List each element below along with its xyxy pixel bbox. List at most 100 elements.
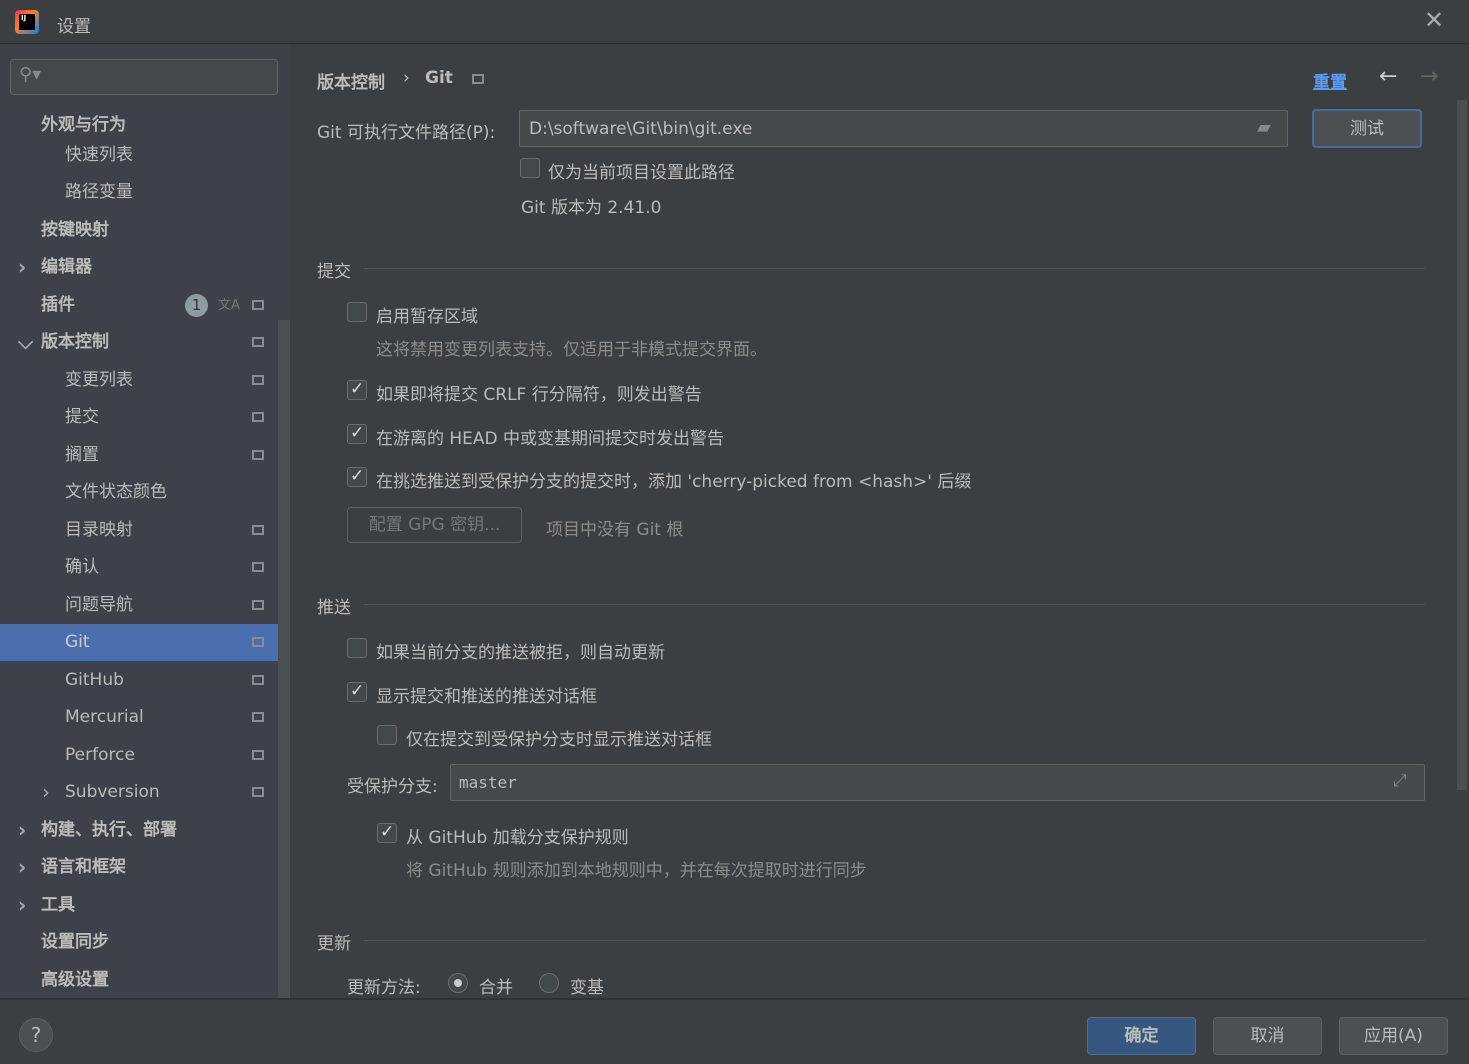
project-scope-icon — [252, 637, 264, 647]
crlf-checkbox[interactable] — [347, 379, 367, 400]
sidebar-item-label: 设置同步 — [41, 932, 109, 952]
staging-checkbox[interactable] — [347, 302, 367, 322]
search-input[interactable]: ⚲▾ — [10, 59, 278, 95]
sidebar-item-label: 高级设置 — [41, 970, 109, 990]
commit-section-title: 提交 — [317, 262, 351, 282]
footer: ? 确定 取消 应用(A) — [0, 998, 1469, 1064]
merge-radio[interactable] — [448, 973, 468, 993]
chevron-down-icon[interactable]: ⌵ — [18, 324, 33, 361]
sidebar-item-label: 路径变量 — [65, 182, 133, 202]
folder-icon[interactable]: ▰ — [1257, 117, 1271, 138]
sidebar-item[interactable]: 按键映射 — [0, 212, 290, 249]
git-path-value: D:\software\Git\bin\git.exe — [529, 119, 753, 139]
protected-only-checkbox[interactable] — [377, 725, 397, 745]
breadcrumb-current: Git — [425, 68, 453, 88]
sidebar-item[interactable]: 设置同步 — [0, 924, 278, 961]
sidebar-scrollbar[interactable] — [278, 320, 290, 998]
sidebar-item[interactable]: 编辑器 › — [0, 249, 290, 286]
project-only-checkbox[interactable] — [520, 158, 540, 178]
show-push-dialog-label: 显示提交和推送的推送对话框 — [376, 687, 597, 707]
sidebar-item-label: Git — [65, 632, 90, 652]
rebase-radio[interactable] — [539, 973, 559, 993]
translate-icon: 文A — [218, 298, 240, 313]
sidebar-item-label: 目录映射 — [65, 520, 133, 540]
sidebar-item[interactable]: 快速列表 — [0, 137, 290, 174]
sidebar-item[interactable]: 文件状态颜色 — [0, 474, 278, 511]
project-scope-icon — [252, 412, 264, 422]
sidebar-item-label: Subversion — [65, 782, 160, 802]
chevron-right-icon[interactable]: › — [18, 812, 26, 849]
sidebar-item[interactable]: 确认 — [0, 549, 278, 586]
staging-hint: 这将禁用变更列表支持。仅适用于非模式提交界面。 — [376, 340, 767, 360]
detached-head-checkbox[interactable] — [347, 423, 367, 444]
sidebar-item-label: 变更列表 — [65, 370, 133, 390]
sidebar-item-label: GitHub — [65, 670, 124, 690]
breadcrumb-separator: › — [403, 68, 410, 88]
sidebar-item[interactable]: 变更列表 — [0, 362, 278, 399]
sidebar-item-label: 按键映射 — [41, 220, 109, 240]
update-method-label: 更新方法: — [347, 978, 421, 998]
sidebar-item[interactable]: Git — [0, 624, 278, 661]
sidebar-item[interactable]: 搁置 — [0, 437, 278, 474]
project-scope-icon — [252, 787, 264, 797]
sidebar-item-label: 提交 — [65, 407, 99, 427]
test-button[interactable]: 测试 — [1312, 109, 1422, 148]
sidebar-item-label: 文件状态颜色 — [65, 482, 167, 502]
auto-update-checkbox[interactable] — [347, 638, 367, 658]
project-scope-icon — [252, 675, 264, 685]
sidebar-item[interactable]: 插件 1 文A — [0, 287, 290, 324]
sidebar-item[interactable]: 版本控制 ⌵ — [0, 324, 278, 361]
sidebar-item[interactable]: 工具 › — [0, 887, 278, 924]
expand-icon[interactable]: ⤢ — [1393, 771, 1407, 791]
back-arrow-icon[interactable]: ← — [1379, 64, 1397, 89]
reset-link[interactable]: 重置 — [1313, 68, 1347, 93]
cherry-pick-checkbox[interactable] — [347, 466, 367, 487]
sidebar-item[interactable]: Perforce — [0, 737, 278, 774]
protected-branches-label: 受保护分支: — [347, 777, 438, 797]
sidebar-item[interactable]: Mercurial — [0, 699, 278, 736]
project-scope-icon — [252, 562, 264, 572]
ok-button[interactable]: 确定 — [1087, 1017, 1196, 1055]
sidebar-item[interactable]: 语言和框架 › — [0, 849, 278, 886]
sidebar-item-label: 版本控制 — [41, 332, 109, 352]
content-scrollbar[interactable] — [1457, 100, 1467, 790]
project-scope-icon — [252, 750, 264, 760]
sidebar-item[interactable]: 提交 — [0, 399, 278, 436]
load-github-rules-hint: 将 GitHub 规则添加到本地规则中，并在每次提取时进行同步 — [406, 861, 867, 881]
protected-branches-input[interactable]: master ⤢ — [450, 764, 1425, 801]
sidebar-item-label: 构建、执行、部署 — [41, 820, 177, 840]
staging-label: 启用暂存区域 — [376, 307, 478, 327]
detached-head-label: 在游离的 HEAD 中或变基期间提交时发出警告 — [376, 429, 725, 449]
breadcrumb-parent[interactable]: 版本控制 — [317, 68, 385, 93]
project-scope-icon — [252, 375, 264, 385]
sidebar-item[interactable]: 构建、执行、部署 › — [0, 812, 278, 849]
title-bar: IJ 设置 ✕ — [0, 0, 1469, 44]
forward-arrow-icon[interactable]: → — [1420, 64, 1438, 89]
load-github-rules-checkbox[interactable] — [377, 822, 397, 843]
git-path-input[interactable]: D:\software\Git\bin\git.exe ▰ — [519, 110, 1288, 147]
search-icon: ⚲▾ — [19, 64, 42, 85]
help-button[interactable]: ? — [19, 1018, 53, 1052]
close-icon[interactable]: ✕ — [1424, 6, 1444, 34]
chevron-right-icon[interactable]: › — [18, 849, 26, 886]
sidebar-item[interactable]: 目录映射 — [0, 512, 278, 549]
sidebar-item[interactable]: 问题导航 — [0, 587, 278, 624]
chevron-right-icon[interactable]: › — [18, 887, 26, 924]
sidebar-item[interactable]: 路径变量 — [0, 174, 290, 211]
divider — [364, 940, 1425, 941]
show-push-dialog-checkbox[interactable] — [347, 681, 367, 702]
cancel-button[interactable]: 取消 — [1213, 1017, 1322, 1055]
chevron-right-icon[interactable]: › — [18, 249, 26, 286]
sidebar-item[interactable]: GitHub — [0, 662, 278, 699]
apply-button[interactable]: 应用(A) — [1339, 1017, 1448, 1055]
sidebar-item-label: 语言和框架 — [41, 857, 126, 877]
merge-label: 合并 — [479, 978, 513, 998]
sidebar-item[interactable]: Subversion › — [0, 774, 278, 811]
sidebar-item-label: 问题导航 — [65, 595, 133, 615]
configure-gpg-button[interactable]: 配置 GPG 密钥... — [347, 507, 522, 543]
sidebar-item-label: Perforce — [65, 745, 135, 765]
app-logo-icon: IJ — [15, 10, 39, 34]
sidebar-item[interactable]: 高级设置 — [0, 962, 278, 999]
chevron-right-icon[interactable]: › — [42, 774, 50, 811]
divider — [364, 604, 1425, 605]
